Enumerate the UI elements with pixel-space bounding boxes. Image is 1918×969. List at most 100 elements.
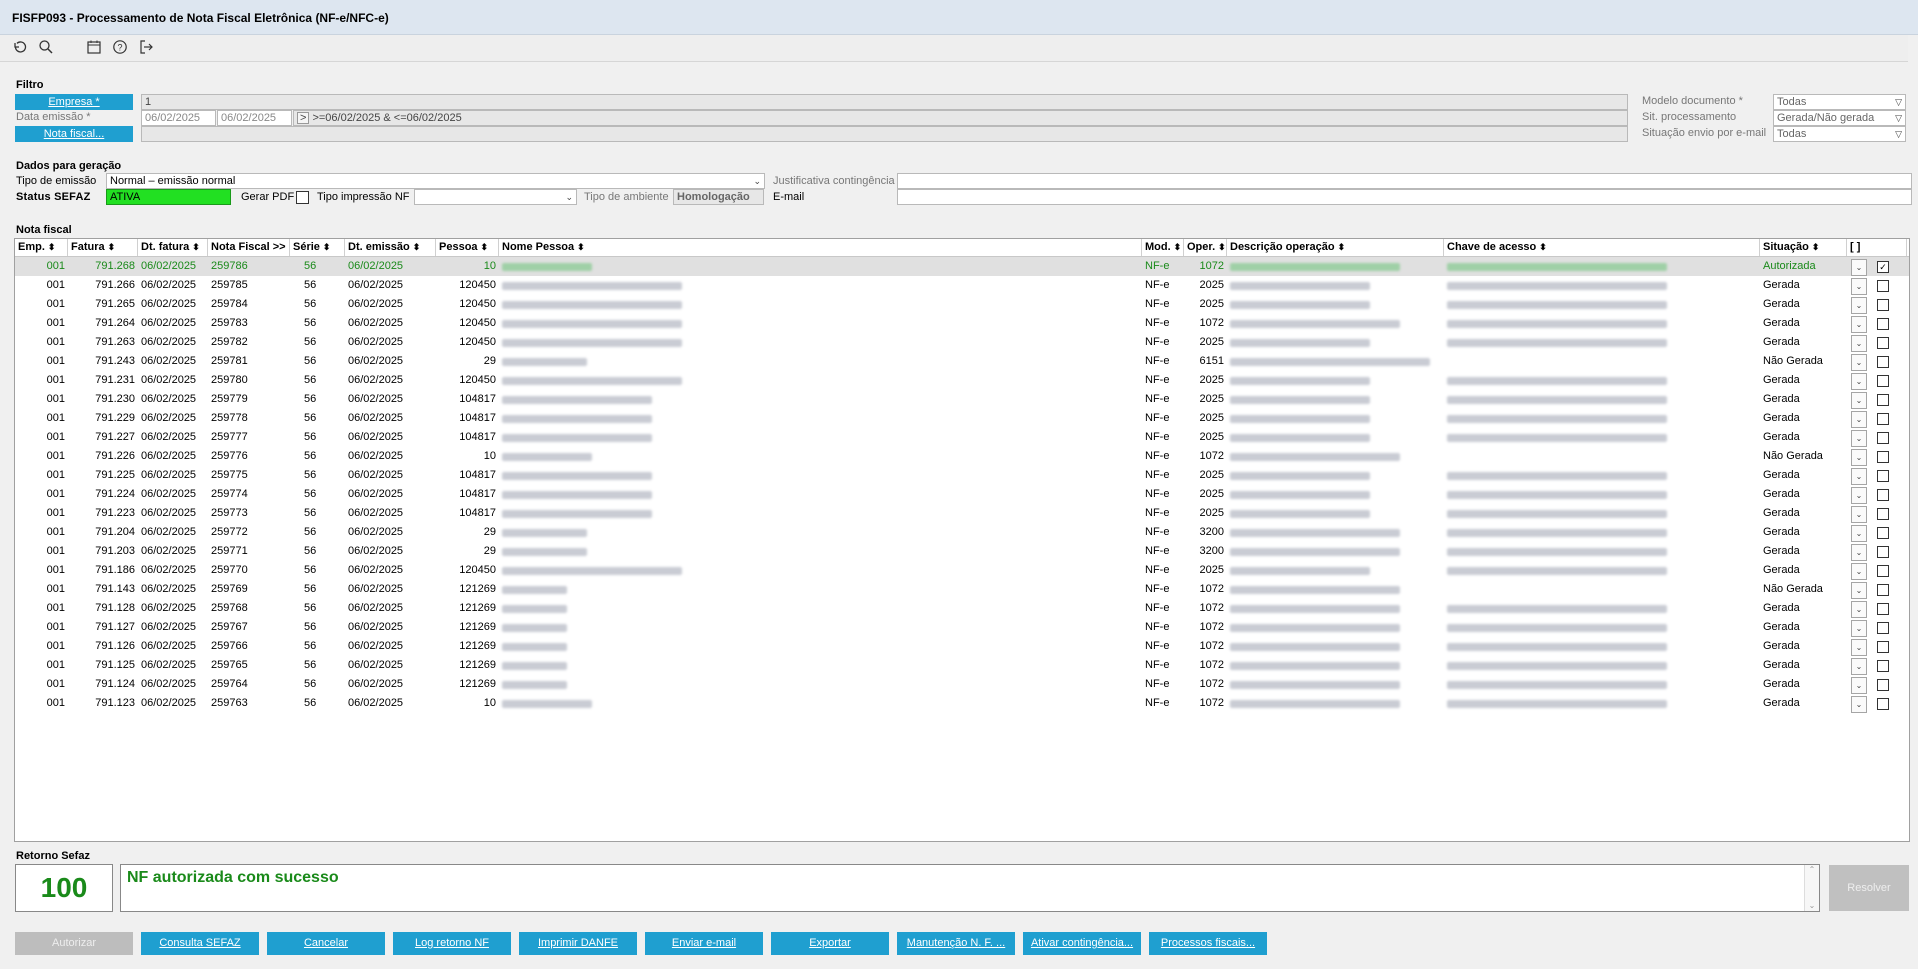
column-header-emissao[interactable]: Dt. emissão ⬍ bbox=[345, 239, 436, 256]
table-row[interactable]: 001 791.128 06/02/2025 259768 56 06/02/2025 12… bbox=[15, 599, 1909, 618]
column-header-fatura[interactable]: Fatura ⬍ bbox=[68, 239, 138, 256]
row-checkbox[interactable] bbox=[1877, 394, 1889, 406]
ativar-contingencia-button[interactable]: Ativar contingência... bbox=[1023, 932, 1141, 955]
column-header-desc[interactable]: Descrição operação ⬍ bbox=[1227, 239, 1444, 256]
column-header-pessoa[interactable]: Pessoa ⬍ bbox=[436, 239, 499, 256]
row-checkbox[interactable] bbox=[1877, 470, 1889, 482]
table-row[interactable]: 001 791.227 06/02/2025 259777 56 06/02/2025 10… bbox=[15, 428, 1909, 447]
column-header-nf[interactable]: Nota Fiscal >> bbox=[208, 239, 290, 256]
data-de-field[interactable]: 06/02/2025 bbox=[141, 110, 216, 126]
table-row[interactable]: 001 791.204 06/02/2025 259772 56 06/02/2025 29… bbox=[15, 523, 1909, 542]
help-icon[interactable]: ? bbox=[112, 39, 128, 55]
situacao-dropdown-icon[interactable]: ⌄ bbox=[1851, 563, 1867, 580]
column-header-oper[interactable]: Oper. ⬍ bbox=[1184, 239, 1227, 256]
situacao-dropdown-icon[interactable]: ⌄ bbox=[1851, 278, 1867, 295]
table-row[interactable]: 001 791.263 06/02/2025 259782 56 06/02/2025 12… bbox=[15, 333, 1909, 352]
processos-fiscais-button[interactable]: Processos fiscais... bbox=[1149, 932, 1267, 955]
row-checkbox[interactable] bbox=[1877, 565, 1889, 577]
situacao-dropdown-icon[interactable]: ⌄ bbox=[1851, 392, 1867, 409]
table-row[interactable]: 001 791.124 06/02/2025 259764 56 06/02/2025 12… bbox=[15, 675, 1909, 694]
situacao-dropdown-icon[interactable]: ⌄ bbox=[1851, 506, 1867, 523]
situacao-dropdown-icon[interactable]: ⌄ bbox=[1851, 658, 1867, 675]
table-row[interactable]: 001 791.127 06/02/2025 259767 56 06/02/2025 12… bbox=[15, 618, 1909, 637]
autorizar-button[interactable]: Autorizar bbox=[15, 932, 133, 955]
data-expression-field[interactable]: > >=06/02/2025 & <=06/02/2025 bbox=[293, 110, 1628, 126]
column-header-serie[interactable]: Série ⬍ bbox=[290, 239, 345, 256]
row-checkbox[interactable] bbox=[1877, 584, 1889, 596]
row-checkbox[interactable] bbox=[1877, 337, 1889, 349]
search-icon[interactable] bbox=[38, 39, 54, 55]
row-checkbox[interactable] bbox=[1877, 546, 1889, 558]
row-checkbox[interactable] bbox=[1877, 603, 1889, 615]
situacao-dropdown-icon[interactable]: ⌄ bbox=[1851, 297, 1867, 314]
situacao-dropdown-icon[interactable]: ⌄ bbox=[1851, 354, 1867, 371]
row-checkbox[interactable] bbox=[1877, 299, 1889, 311]
table-row[interactable]: 001 791.224 06/02/2025 259774 56 06/02/2025 10… bbox=[15, 485, 1909, 504]
scroll-down-icon[interactable]: ⌄ bbox=[1805, 901, 1819, 911]
situacao-dropdown-icon[interactable]: ⌄ bbox=[1851, 544, 1867, 561]
nota-fiscal-button[interactable]: Nota fiscal... bbox=[15, 126, 133, 142]
situacao-dropdown-icon[interactable]: ⌄ bbox=[1851, 373, 1867, 390]
situacao-dropdown-icon[interactable]: ⌄ bbox=[1851, 259, 1867, 276]
consulta-sefaz-button[interactable]: Consulta SEFAZ bbox=[141, 932, 259, 955]
table-row[interactable]: 001 791.231 06/02/2025 259780 56 06/02/2025 12… bbox=[15, 371, 1909, 390]
situacao-dropdown-icon[interactable]: ⌄ bbox=[1851, 525, 1867, 542]
situacao-dropdown-icon[interactable]: ⌄ bbox=[1851, 316, 1867, 333]
gerar-pdf-checkbox[interactable] bbox=[296, 191, 309, 204]
table-row[interactable]: 001 791.143 06/02/2025 259769 56 06/02/2025 12… bbox=[15, 580, 1909, 599]
empresa-button[interactable]: Empresa * bbox=[15, 94, 133, 110]
row-checkbox[interactable] bbox=[1877, 280, 1889, 292]
situacao-dropdown-icon[interactable]: ⌄ bbox=[1851, 335, 1867, 352]
resolver-button[interactable]: Resolver bbox=[1829, 865, 1909, 911]
calendar-icon[interactable] bbox=[86, 39, 102, 55]
table-row[interactable]: 001 791.268 06/02/2025 259786 56 06/02/2025 10… bbox=[15, 257, 1909, 276]
exit-icon[interactable] bbox=[138, 39, 154, 55]
situacao-dropdown-icon[interactable]: ⌄ bbox=[1851, 411, 1867, 428]
table-row[interactable]: 001 791.223 06/02/2025 259773 56 06/02/2025 10… bbox=[15, 504, 1909, 523]
row-checkbox[interactable] bbox=[1877, 679, 1889, 691]
column-header-mod[interactable]: Mod. ⬍ bbox=[1142, 239, 1184, 256]
column-header-dt[interactable]: Dt. fatura ⬍ bbox=[138, 239, 208, 256]
table-row[interactable]: 001 791.226 06/02/2025 259776 56 06/02/2025 10… bbox=[15, 447, 1909, 466]
situacao-dropdown-icon[interactable]: ⌄ bbox=[1851, 449, 1867, 466]
justificativa-field[interactable] bbox=[897, 173, 1912, 189]
exportar-button[interactable]: Exportar bbox=[771, 932, 889, 955]
row-checkbox[interactable] bbox=[1877, 508, 1889, 520]
empresa-field[interactable]: 1 bbox=[141, 94, 1628, 110]
row-checkbox[interactable] bbox=[1877, 660, 1889, 672]
situacao-dropdown-icon[interactable]: ⌄ bbox=[1851, 468, 1867, 485]
row-checkbox[interactable] bbox=[1877, 698, 1889, 710]
table-row[interactable]: 001 791.265 06/02/2025 259784 56 06/02/2025 12… bbox=[15, 295, 1909, 314]
column-header-nome[interactable]: Nome Pessoa ⬍ bbox=[499, 239, 1142, 256]
tipo-impressao-select[interactable]: ⌄ bbox=[414, 189, 577, 205]
row-checkbox[interactable] bbox=[1877, 375, 1889, 387]
table-row[interactable]: 001 791.125 06/02/2025 259765 56 06/02/2025 12… bbox=[15, 656, 1909, 675]
retorno-message-box[interactable]: NF autorizada com sucesso ⌃ ⌄ bbox=[120, 864, 1820, 912]
column-header-chave[interactable]: Chave de acesso ⬍ bbox=[1444, 239, 1760, 256]
situacao-dropdown-icon[interactable]: ⌄ bbox=[1851, 487, 1867, 504]
situacao-dropdown-icon[interactable]: ⌄ bbox=[1851, 601, 1867, 618]
table-row[interactable]: 001 791.264 06/02/2025 259783 56 06/02/2025 12… bbox=[15, 314, 1909, 333]
retorno-scrollbar[interactable]: ⌃ ⌄ bbox=[1804, 865, 1819, 911]
table-row[interactable]: 001 791.225 06/02/2025 259775 56 06/02/2025 10… bbox=[15, 466, 1909, 485]
nota-fiscal-field[interactable] bbox=[141, 126, 1628, 142]
data-expression-button[interactable]: > bbox=[297, 112, 310, 124]
modelo-select[interactable]: Todas ▽ bbox=[1773, 94, 1906, 110]
data-ate-field[interactable]: 06/02/2025 bbox=[217, 110, 292, 126]
row-checkbox[interactable] bbox=[1877, 489, 1889, 501]
cancelar-button[interactable]: Cancelar bbox=[267, 932, 385, 955]
row-checkbox[interactable] bbox=[1877, 641, 1889, 653]
scroll-up-icon[interactable]: ⌃ bbox=[1805, 865, 1819, 875]
table-row[interactable]: 001 791.186 06/02/2025 259770 56 06/02/2025 12… bbox=[15, 561, 1909, 580]
manutencao-nf-button[interactable]: Manutenção N. F. ... bbox=[897, 932, 1015, 955]
table-row[interactable]: 001 791.126 06/02/2025 259766 56 06/02/2025 12… bbox=[15, 637, 1909, 656]
refresh-icon[interactable] bbox=[12, 39, 28, 55]
row-checkbox[interactable] bbox=[1877, 432, 1889, 444]
column-header-chk[interactable]: [ ] bbox=[1847, 239, 1907, 256]
sit-processamento-select[interactable]: Gerada/Não gerada ▽ bbox=[1773, 110, 1906, 126]
situacao-dropdown-icon[interactable]: ⌄ bbox=[1851, 582, 1867, 599]
situacao-dropdown-icon[interactable]: ⌄ bbox=[1851, 620, 1867, 637]
row-checkbox[interactable] bbox=[1877, 527, 1889, 539]
row-checkbox[interactable] bbox=[1877, 451, 1889, 463]
email-field[interactable] bbox=[897, 189, 1912, 205]
